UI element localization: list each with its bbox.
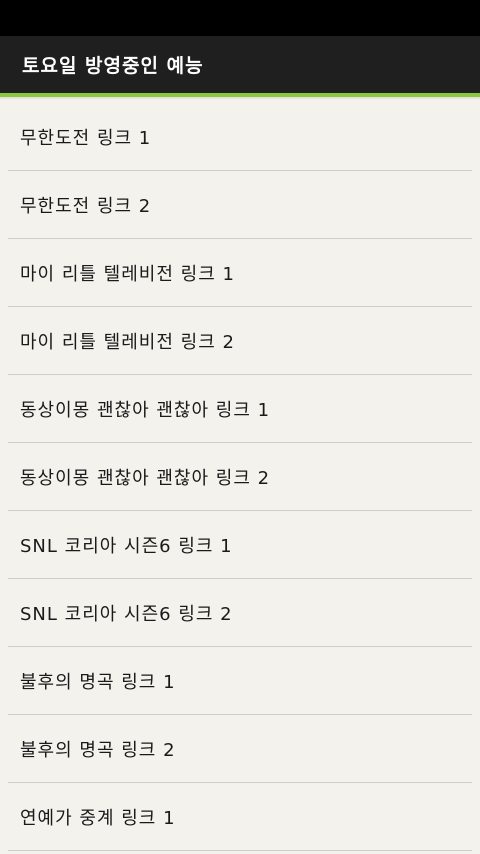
list-item[interactable]: 동상이몽 괜찮아 괜찮아 링크 2 bbox=[8, 443, 472, 511]
action-bar: 토요일 방영중인 예능 bbox=[0, 36, 480, 93]
list-item[interactable]: 동상이몽 괜찮아 괜찮아 링크 1 bbox=[8, 375, 472, 443]
list-item-label: 동상이몽 괜찮아 괜찮아 링크 2 bbox=[20, 467, 271, 489]
list-item[interactable]: 무한도전 링크 1 bbox=[8, 103, 472, 171]
list-item[interactable]: SNL 코리아 시즌6 링크 1 bbox=[8, 511, 472, 579]
list-item-label: 마이 리틀 텔레비전 링크 2 bbox=[20, 331, 235, 353]
list-item-label: 연예가 중계 링크 1 bbox=[20, 807, 176, 829]
list-item[interactable]: 불후의 명곡 링크 1 bbox=[8, 647, 472, 715]
top-shadow bbox=[0, 97, 480, 100]
list-item[interactable]: 마이 리틀 텔레비전 링크 1 bbox=[8, 239, 472, 307]
list-container[interactable]: 무한도전 링크 1 무한도전 링크 2 마이 리틀 텔레비전 링크 1 마이 리… bbox=[0, 97, 480, 854]
link-list: 무한도전 링크 1 무한도전 링크 2 마이 리틀 텔레비전 링크 1 마이 리… bbox=[0, 103, 480, 851]
list-item-label: 무한도전 링크 2 bbox=[20, 195, 152, 217]
status-bar bbox=[0, 0, 480, 36]
list-item[interactable]: SNL 코리아 시즌6 링크 2 bbox=[8, 579, 472, 647]
list-item[interactable]: 무한도전 링크 2 bbox=[8, 171, 472, 239]
list-item-label: SNL 코리아 시즌6 링크 2 bbox=[20, 603, 233, 625]
list-item-label: SNL 코리아 시즌6 링크 1 bbox=[20, 535, 233, 557]
list-item[interactable]: 연예가 중계 링크 1 bbox=[8, 783, 472, 851]
list-item-label: 무한도전 링크 1 bbox=[20, 127, 152, 149]
list-item-label: 불후의 명곡 링크 2 bbox=[20, 739, 176, 761]
list-item[interactable]: 마이 리틀 텔레비전 링크 2 bbox=[8, 307, 472, 375]
list-item-label: 동상이몽 괜찮아 괜찮아 링크 1 bbox=[20, 399, 271, 421]
list-item[interactable]: 불후의 명곡 링크 2 bbox=[8, 715, 472, 783]
list-item-label: 불후의 명곡 링크 1 bbox=[20, 671, 176, 693]
list-item-label: 마이 리틀 텔레비전 링크 1 bbox=[20, 263, 235, 285]
page-title: 토요일 방영중인 예능 bbox=[22, 55, 204, 77]
